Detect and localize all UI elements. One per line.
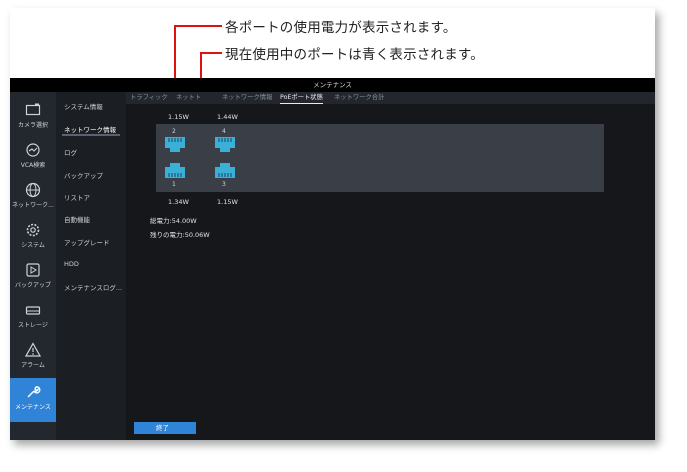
storage-icon [25,306,41,315]
tab-network-info[interactable]: ネットワーク情報 [222,92,272,104]
submenu-active-indicator [62,134,120,136]
nav-item-system[interactable]: システム [10,216,56,256]
tab-traffic[interactable]: トラフィック [130,92,168,104]
alarm-icon [25,342,41,357]
submenu-item-auto[interactable]: 自動機能 [64,214,90,224]
nav-label: メンテナンス [15,404,51,411]
tab-network-detect[interactable]: ネットト [176,92,201,104]
submenu-item-log[interactable]: ログ [64,147,77,157]
port-4-icon[interactable] [214,136,236,153]
nav-label: ストレージ [18,322,48,329]
tab-bar: トラフィック ネットト ネットワーク情報 PoEポート状態 ネットワーク合計 [126,92,655,104]
tab-network-total[interactable]: ネットワーク合計 [334,92,384,104]
total-power: 総電力:54.00W [150,217,197,225]
submenu-item-backup[interactable]: バックアップ [64,170,103,180]
wrench-icon [27,386,41,398]
nav-label: バックアップ [14,282,51,289]
port-3-icon[interactable] [214,162,236,179]
nav-item-network[interactable]: ネットワーク... [10,176,56,216]
port-2-icon[interactable] [164,136,186,153]
nav-item-maintenance[interactable]: メンテナンス [10,378,56,422]
port-1-number: 1 [172,181,176,188]
port-1-icon[interactable] [164,162,186,179]
submenu-item-system-info[interactable]: システム情報 [64,101,103,111]
app-window: メンテナンス カメラ選択 VCA検索 ネットワーク... システム バックアップ… [10,78,655,440]
port-4-number: 4 [222,128,226,135]
nav-item-storage[interactable]: ストレージ [10,296,56,336]
submenu-item-hdd[interactable]: HDD [64,260,79,268]
callout-power-text: 各ポートの使用電力が表示されます。 [225,20,457,36]
camera-icon [25,103,41,116]
remaining-power: 残りの電力:50.06W [150,231,210,239]
vca-search-icon [26,143,40,157]
submenu-item-network-info[interactable]: ネットワーク情報 [64,124,116,134]
nav-label: カメラ選択 [17,122,48,129]
tab-poe-status[interactable]: PoEポート状態 [280,92,323,104]
nav-label: ネットワーク... [12,202,54,209]
submenu-item-maintenance-log[interactable]: メンテナンスログ... [64,282,122,292]
backup-icon [26,263,40,277]
port-4-power: 1.44W [217,113,238,121]
maintenance-submenu: システム情報 ネットワーク情報 ログ バックアップ リストア 自動機能 アップグ… [56,92,126,440]
nav-label: VCA検索 [20,162,46,169]
nav-item-camera[interactable]: カメラ選択 [10,96,56,136]
nav-item-backup[interactable]: バックアップ [10,256,56,296]
callout-line-2-h [200,52,222,54]
callout-active-text: 現在使用中のポートは青く表示されます。 [225,47,484,63]
main-content: トラフィック ネットト ネットワーク情報 PoEポート状態 ネットワーク合計 1… [126,92,655,440]
submenu-item-restore[interactable]: リストア [64,192,90,202]
main-nav: カメラ選択 VCA検索 ネットワーク... システム バックアップ ストレージ … [10,92,56,440]
submenu-item-upgrade[interactable]: アップグレード [64,237,110,247]
port-1-power: 1.34W [168,198,189,206]
port-2-number: 2 [172,128,176,135]
nav-label: システム [21,242,45,249]
port-3-power: 1.15W [217,198,238,206]
exit-button[interactable]: 終了 [134,422,196,434]
nav-item-vca[interactable]: VCA検索 [10,136,56,176]
nav-label: アラーム [21,362,45,369]
window-title: メンテナンス [10,78,655,92]
gear-icon [26,223,40,237]
callout-line-1-h [174,25,222,27]
port-3-number: 3 [222,181,226,188]
nav-item-alarm[interactable]: アラーム [10,336,56,376]
port-2-power: 1.15W [168,113,189,121]
poe-port-panel: 2 4 1 3 [156,124,604,192]
globe-icon [25,182,41,198]
